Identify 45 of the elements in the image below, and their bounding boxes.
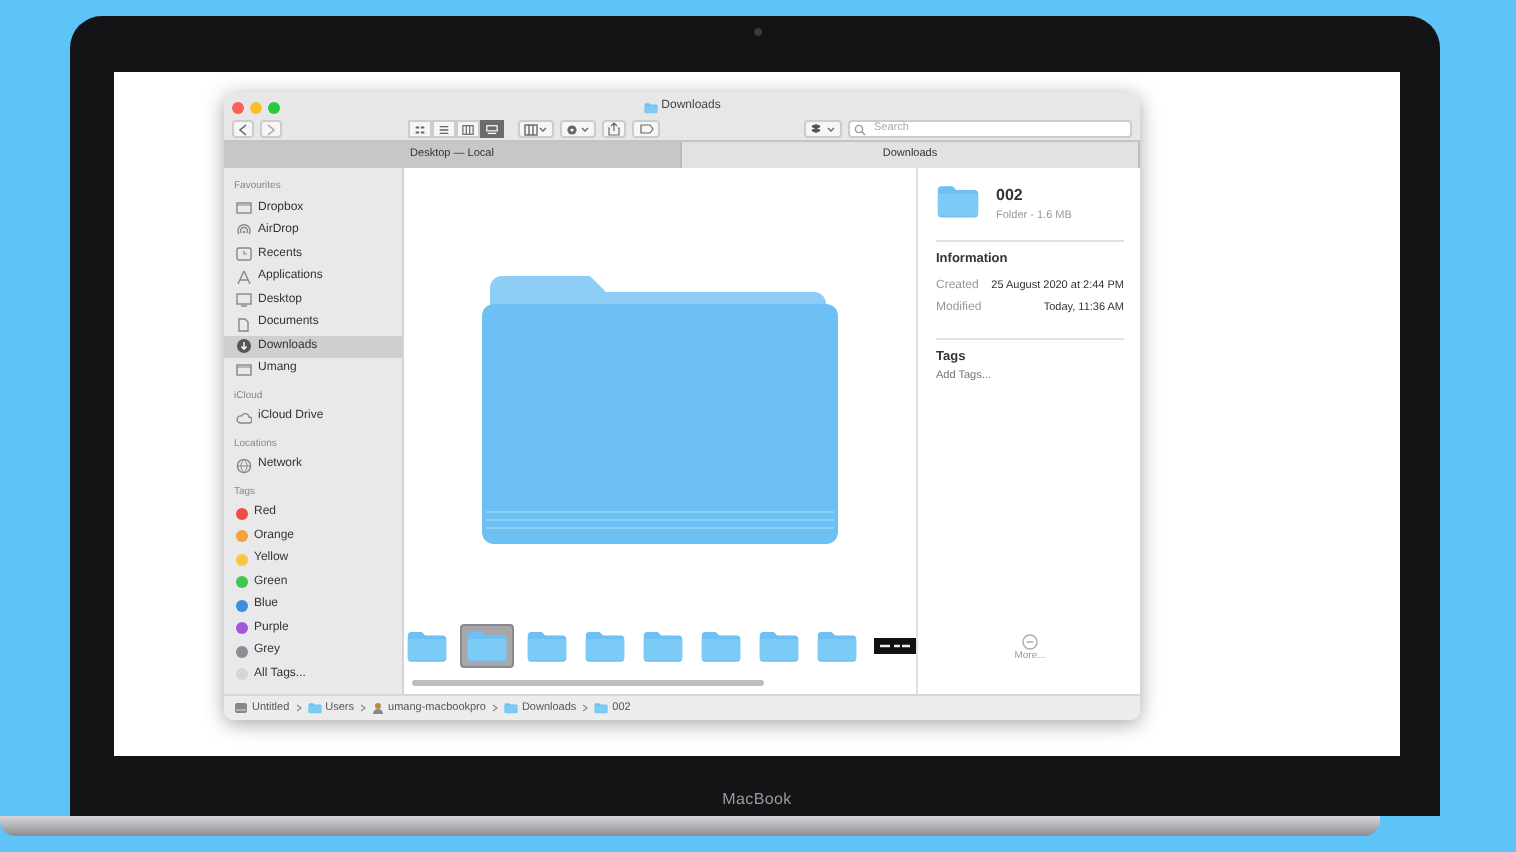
forward-icon (266, 123, 276, 135)
clock-icon (236, 246, 252, 263)
action-button[interactable] (560, 120, 596, 138)
wireless-icon (236, 223, 252, 240)
tag-button[interactable] (632, 120, 660, 138)
folder-thumbnail (405, 630, 447, 662)
monitor-icon (236, 292, 252, 309)
folder-thumbnail (465, 630, 507, 662)
chevron-icon (295, 704, 302, 712)
dropbox-button[interactable] (804, 120, 842, 138)
folder-thumbnail (583, 630, 625, 662)
close-icon[interactable] (232, 101, 244, 113)
share-button[interactable] (602, 120, 626, 138)
folder-thumbnail (699, 630, 741, 662)
laptop-brand-label: MacBook (722, 788, 792, 812)
person-icon (372, 702, 385, 714)
apps-icon (236, 269, 252, 286)
gallery-icon (486, 123, 498, 135)
folder-thumbnail (525, 630, 567, 662)
back-icon (238, 123, 248, 135)
document-icon (236, 315, 252, 332)
globe-icon (236, 457, 252, 474)
minimize-icon[interactable] (250, 101, 262, 113)
grid-icon (414, 123, 426, 135)
thumbnail[interactable] (869, 634, 919, 658)
back-button[interactable] (232, 120, 254, 138)
zoom-icon[interactable] (268, 101, 280, 113)
camera-icon (753, 28, 761, 36)
group-button[interactable] (518, 120, 554, 138)
folder-thumbnail (641, 630, 683, 662)
download-icon (236, 338, 252, 355)
scrollbar[interactable] (412, 680, 764, 686)
chevron-icon (360, 704, 367, 712)
chevron-icon (491, 704, 498, 712)
folder-thumbnail (757, 630, 799, 662)
forward-button[interactable] (260, 120, 282, 138)
folder-thumbnail (815, 630, 857, 662)
columns-icon (462, 123, 474, 135)
more-icon (1022, 633, 1038, 649)
file-name: 002 (996, 184, 1025, 208)
cloud-icon (236, 409, 252, 426)
list-icon (438, 123, 450, 135)
chevron-icon (582, 704, 589, 712)
view-button[interactable] (480, 120, 504, 138)
thumbnail[interactable] (459, 624, 513, 668)
